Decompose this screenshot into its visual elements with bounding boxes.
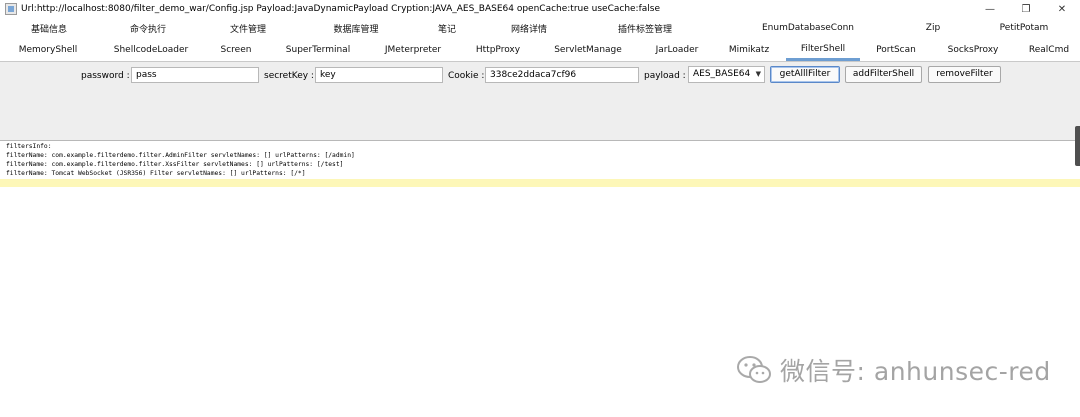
restore-button[interactable]: ❐ — [1008, 0, 1044, 18]
tab-portscan[interactable]: PortScan — [868, 39, 924, 61]
remove-filter-button[interactable]: removeFilter — [928, 66, 1001, 83]
tab-jarloader[interactable]: JarLoader — [648, 39, 706, 61]
window-controls: — ❐ ✕ — [972, 0, 1080, 18]
tab-servletmanage[interactable]: ServletManage — [548, 39, 628, 61]
tab-memoryshell[interactable]: MemoryShell — [10, 39, 86, 61]
minimize-button[interactable]: — — [972, 0, 1008, 18]
app-icon — [5, 3, 17, 15]
watermark-text: 微信号: anhunsec-red — [780, 357, 1051, 386]
payload-select[interactable]: AES_BASE64 ▼ — [688, 66, 765, 83]
tab-command-exec[interactable]: 命令执行 — [115, 18, 181, 38]
tab-zip[interactable]: Zip — [912, 18, 954, 38]
window-title-bar: Url:http://localhost:8080/filter_demo_wa… — [0, 0, 1080, 18]
tab-screen[interactable]: Screen — [208, 39, 264, 61]
cookie-field[interactable]: 338ce2ddaca7cf96 — [485, 67, 639, 83]
filtershell-form-panel: password : pass secretKey : key Cookie :… — [0, 62, 1080, 140]
tab-file-manager[interactable]: 文件管理 — [215, 18, 281, 38]
cookie-label: Cookie : — [448, 71, 485, 81]
tab-filtershell[interactable]: FilterShell — [786, 39, 860, 61]
tab-enum-database-conn[interactable]: EnumDatabaseConn — [750, 18, 866, 38]
close-button[interactable]: ✕ — [1044, 0, 1080, 18]
output-line: filterName: com.example.filterdemo.filte… — [6, 152, 355, 159]
watermark: 微信号: anhunsec-red — [736, 352, 1051, 388]
tab-shellcodeloader[interactable]: ShellcodeLoader — [108, 39, 194, 61]
secretkey-label: secretKey : — [264, 71, 314, 81]
tab-httpproxy[interactable]: HttpProxy — [468, 39, 528, 61]
get-all-filter-button[interactable]: getAlllFilter — [770, 66, 840, 83]
chevron-down-icon: ▼ — [755, 70, 761, 78]
password-label: password : — [81, 71, 130, 81]
tab-database-manager[interactable]: 数据库管理 — [320, 18, 392, 38]
tab-superterminal[interactable]: SuperTerminal — [278, 39, 358, 61]
tab-socksproxy[interactable]: SocksProxy — [938, 39, 1008, 61]
tab-mimikatz[interactable]: Mimikatz — [722, 39, 776, 61]
tab-notes[interactable]: 笔记 — [426, 18, 468, 38]
tab-basic-info[interactable]: 基础信息 — [14, 18, 84, 38]
payload-select-value: AES_BASE64 — [693, 69, 751, 79]
plugin-tabs-row-1: 基础信息 命令执行 文件管理 数据库管理 笔记 网络详情 插件标签管理 Enum… — [0, 18, 1080, 38]
output-line: filterName: Tomcat WebSocket (JSR356) Fi… — [6, 170, 306, 177]
tab-realcmd[interactable]: RealCmd — [1024, 39, 1074, 61]
secretkey-field[interactable]: key — [315, 67, 443, 83]
tab-jmeterpreter[interactable]: JMeterpreter — [378, 39, 448, 61]
window-title: Url:http://localhost:8080/filter_demo_wa… — [21, 4, 661, 14]
payload-label: payload : — [644, 71, 686, 81]
wechat-icon — [737, 356, 771, 383]
output-line: filterName: com.example.filterdemo.filte… — [6, 161, 344, 168]
output-line: filtersInfo: — [6, 143, 52, 150]
add-filter-shell-button[interactable]: addFilterShell — [845, 66, 922, 83]
tab-petitpotam[interactable]: PetitPotam — [986, 18, 1062, 38]
password-field[interactable]: pass — [131, 67, 259, 83]
current-line-highlight — [0, 179, 1080, 187]
plugin-tabs-row-2: MemoryShell ShellcodeLoader Screen Super… — [0, 39, 1080, 61]
side-scroll-handle[interactable] — [1075, 126, 1080, 166]
tab-plugin-label-manager[interactable]: 插件标签管理 — [606, 18, 684, 38]
tab-network-details[interactable]: 网络详情 — [496, 18, 562, 38]
